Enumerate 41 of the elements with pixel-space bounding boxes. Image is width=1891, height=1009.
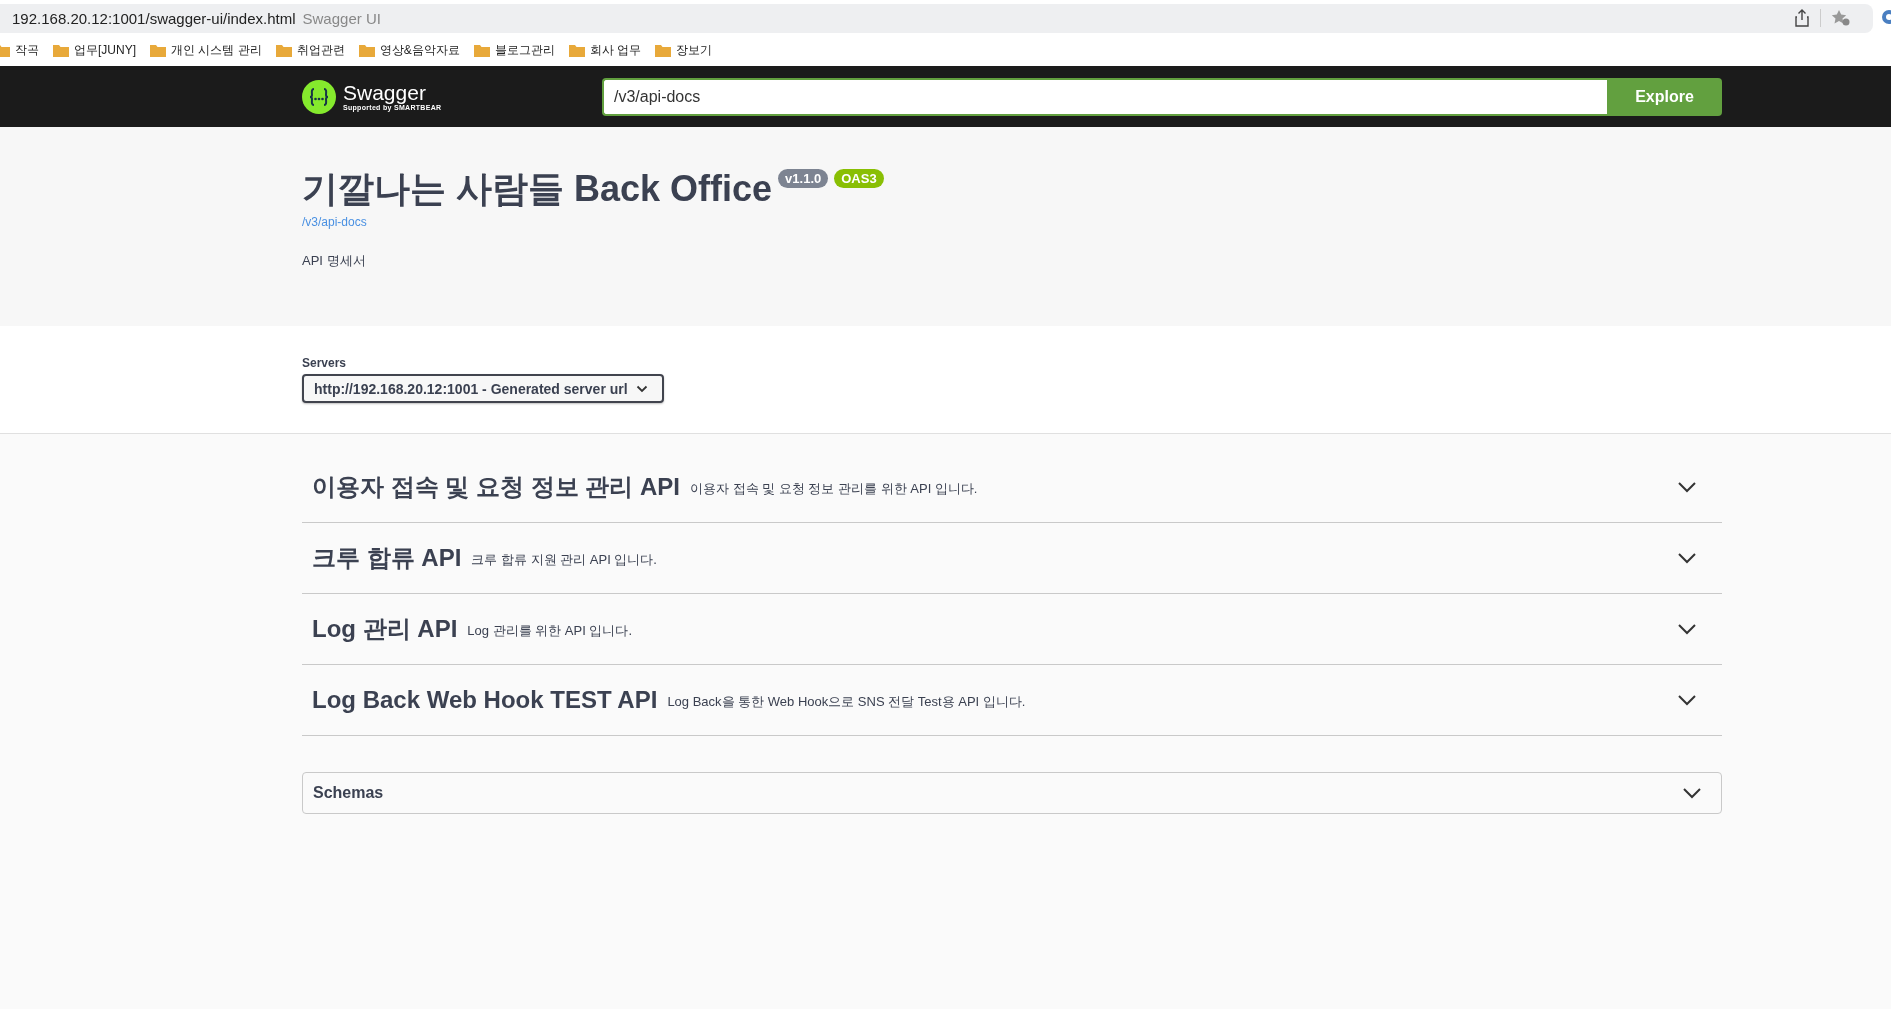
chevron-down-icon [1678, 694, 1696, 706]
spec-badge: OAS3 [834, 169, 884, 188]
chevron-down-icon [636, 384, 648, 393]
bookmark-item[interactable]: 취업관련 [275, 41, 345, 59]
bookmark-item[interactable]: 회사 업무 [568, 41, 642, 59]
folder-icon [150, 43, 166, 57]
star-icon[interactable] [1831, 9, 1851, 27]
address-bar[interactable]: 192.168.20.12:1001/swagger-ui/index.html Swagger UI [0, 3, 1873, 33]
swagger-logo-icon [302, 79, 336, 114]
version-badge: v1.1.0 [778, 169, 829, 188]
api-title: 기깔나는 사람들 Back Office [302, 167, 773, 211]
server-dropdown[interactable]: http://192.168.20.12:1001 - Generated server url [302, 374, 664, 403]
folder-icon [655, 43, 672, 57]
extension-icon[interactable] [1879, 8, 1891, 26]
api-group-header[interactable]: Log Back Web Hook TEST API Log Back을 통한 Web Hook으로 SNS 전달 Test용 API 입니다. [302, 665, 1722, 736]
page-title: Swagger UI [302, 9, 381, 27]
share-icon[interactable] [1794, 9, 1810, 27]
bookmark-item[interactable]: 업무[JUNY] [53, 41, 136, 59]
url-input-field[interactable]: /v3/api-docs [602, 77, 1607, 116]
folder-icon [53, 43, 69, 57]
logo-text: Swagger [343, 82, 427, 104]
bookmark-item[interactable]: 작곡 [0, 41, 39, 59]
bookmark-item[interactable]: 블로그관리 [473, 41, 555, 59]
servers-label: Servers [302, 356, 348, 370]
folder-icon [568, 43, 585, 57]
bookmark-item[interactable]: 개인 시스템 관리 [150, 41, 262, 59]
folder-icon [473, 43, 490, 57]
chevron-down-icon [1678, 552, 1696, 564]
chevron-down-icon [1678, 481, 1696, 493]
bookmark-item[interactable]: 영상&음악자료 [358, 41, 460, 59]
bookmark-item[interactable]: 장보기 [655, 41, 713, 59]
api-description: API 명세서 [302, 252, 367, 270]
chevron-down-icon [1683, 787, 1701, 799]
chevron-down-icon [1678, 623, 1696, 635]
api-group-header[interactable]: 이용자 접속 및 요청 정보 관리 API 이용자 접속 및 요청 정보 관리를 위한 API 입니다. [302, 452, 1722, 523]
folder-icon [358, 43, 375, 57]
api-group-header[interactable]: 크루 합류 API 크루 합류 지원 관리 API 입니다. [302, 523, 1722, 594]
url-text: 192.168.20.12:1001/swagger-ui/index.html [12, 9, 296, 27]
folder-icon [275, 43, 292, 57]
schemas-section[interactable]: Schemas [302, 772, 1722, 814]
api-group-header[interactable]: Log 관리 API Log 관리를 위한 API 입니다. [302, 594, 1722, 665]
